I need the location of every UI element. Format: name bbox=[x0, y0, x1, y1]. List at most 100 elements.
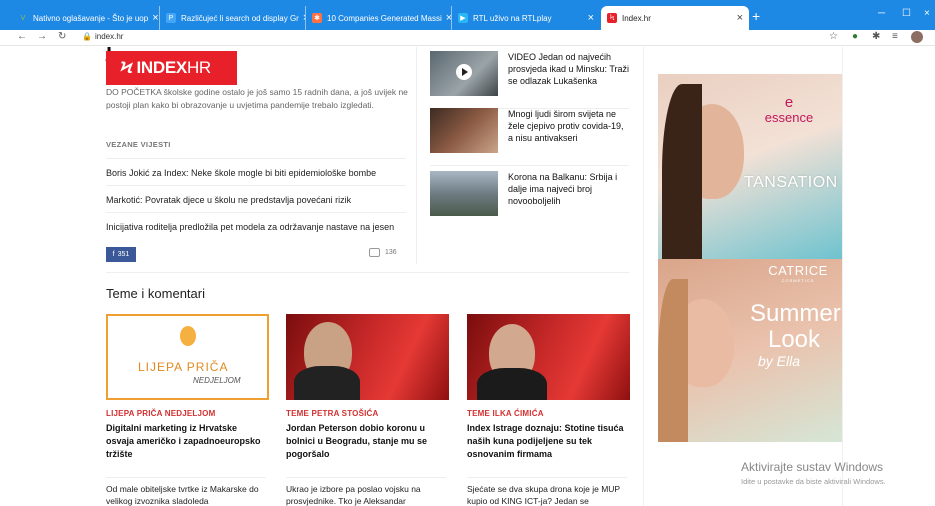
comments-count: 136 bbox=[385, 249, 397, 256]
logo-suffix: HR bbox=[186, 58, 211, 77]
card-image: LIJEPA PRIČA NEDJELJOM bbox=[106, 314, 269, 400]
news-title: Korona na Balkanu: Srbija i dalje ima na… bbox=[508, 172, 618, 206]
tab-search[interactable]: P Različujeć li search od display Gr × bbox=[160, 6, 306, 30]
article-intro: DO POČETKA školske godine ostalo je još … bbox=[106, 87, 408, 110]
essence-brand: essence bbox=[764, 110, 814, 125]
card-image bbox=[467, 314, 630, 400]
topic-card[interactable]: TEME PETRA STOŠIĆA Jordan Peterson dobio… bbox=[286, 314, 449, 506]
watermark-title: Aktivirajte sustav Windows bbox=[741, 460, 884, 474]
card-category[interactable]: LIJEPA PRIČA NEDJELJOM bbox=[106, 409, 215, 418]
url-input[interactable]: index.hr bbox=[95, 32, 123, 41]
tab-label: Nativno oglašavanje - Što je uop bbox=[33, 13, 149, 23]
catrice-logo: CATRICE COSMETICS bbox=[758, 263, 838, 283]
tab-companies[interactable]: ✱ 10 Companies Generated Massi × bbox=[306, 6, 452, 30]
divider bbox=[643, 47, 644, 506]
window-close-icon[interactable]: × bbox=[924, 8, 930, 19]
related-link[interactable]: Boris Jokić za Index: Neke škole mogle b… bbox=[106, 158, 406, 185]
star-icon[interactable]: ☆ bbox=[829, 31, 838, 42]
card-category[interactable]: TEME ILKA ĆIMIĆA bbox=[467, 409, 544, 418]
ad-headline-line1: Summer bbox=[750, 300, 841, 327]
model-hair bbox=[662, 84, 702, 259]
news-thumbnail bbox=[430, 171, 498, 216]
new-tab-button[interactable]: + bbox=[752, 8, 760, 24]
logo-brand: INDEX bbox=[136, 58, 187, 77]
card-headline[interactable]: Jordan Peterson dobio koronu u bolnici u… bbox=[286, 422, 446, 461]
essence-logo: e essence bbox=[754, 95, 824, 125]
tab-label: Različujeć li search od display Gr bbox=[181, 13, 299, 23]
tab-bar: V Nativno oglašavanje - Što je uop × P R… bbox=[0, 0, 935, 30]
catrice-sub: COSMETICS bbox=[781, 278, 815, 283]
play-icon bbox=[456, 64, 472, 80]
card-subheadline[interactable]: Sjećate se dva skupa drona koje je MUP k… bbox=[467, 477, 627, 506]
maximize-icon[interactable]: ☐ bbox=[902, 8, 911, 19]
facebook-icon: f bbox=[112, 251, 115, 258]
related-link[interactable]: Inicijativa roditelja predložila pet mod… bbox=[106, 212, 406, 239]
close-icon[interactable]: × bbox=[584, 12, 594, 24]
essence-ad[interactable]: e essence TANSATION bbox=[658, 74, 842, 259]
ad-headline-line2: Look bbox=[767, 326, 821, 353]
news-title: VIDEO Jedan od najvećih prosvjeda ikad u… bbox=[508, 52, 630, 86]
tab-label: RTL uživo na RTLplay bbox=[473, 13, 552, 23]
v-icon: V bbox=[20, 14, 26, 22]
topic-card[interactable]: TEME ILKA ĆIMIĆA Index Istrage doznaju: … bbox=[467, 314, 630, 506]
news-title: Mnogi ljudi širom svijeta ne žele cjepiv… bbox=[508, 109, 624, 143]
card-image bbox=[286, 314, 449, 400]
forward-icon[interactable]: → bbox=[37, 31, 47, 42]
side-news-item[interactable]: Mnogi ljudi širom svijeta ne žele cjepiv… bbox=[430, 108, 630, 166]
windows-activation-watermark: Aktivirajte sustav Windows Idite u posta… bbox=[741, 460, 886, 486]
puzzle-icon[interactable]: ✱ bbox=[872, 31, 880, 42]
side-news-item[interactable]: Korona na Balkanu: Srbija i dalje ima na… bbox=[430, 171, 630, 221]
catrice-brand: CATRICE bbox=[768, 263, 828, 278]
tab-label: Index.hr bbox=[622, 13, 651, 23]
minimize-icon[interactable]: ─ bbox=[878, 8, 885, 19]
lock-icon[interactable]: 🔒 bbox=[82, 32, 92, 41]
news-thumbnail bbox=[430, 108, 498, 153]
side-news-item[interactable]: VIDEO Jedan od najvećih prosvjeda ikad u… bbox=[430, 51, 630, 109]
card-headline[interactable]: Digitalni marketing iz Hrvatske osvaja a… bbox=[106, 422, 266, 461]
tab-label: 10 Companies Generated Massi bbox=[327, 13, 442, 23]
author-shirt bbox=[294, 366, 360, 400]
card-category[interactable]: TEME PETRA STOŠIĆA bbox=[286, 409, 379, 418]
tab-rtl[interactable]: ▶ RTL uživo na RTLplay × bbox=[452, 6, 600, 30]
author-shirt bbox=[477, 368, 547, 400]
tab-nativno[interactable]: V Nativno oglašavanje - Što je uop × bbox=[12, 6, 160, 30]
reading-list-icon[interactable]: ≡ bbox=[892, 31, 898, 42]
comments-button[interactable]: 136 bbox=[369, 248, 397, 257]
model-hair bbox=[658, 279, 688, 442]
hubspot-icon: ✱ bbox=[312, 13, 322, 23]
back-icon[interactable]: ← bbox=[17, 31, 27, 42]
ad-tagline: TANSATION bbox=[744, 174, 838, 191]
advertisement[interactable]: e essence TANSATION CATRICE COSMETICS Summ… bbox=[658, 74, 842, 442]
close-icon[interactable]: × bbox=[299, 12, 305, 24]
p-icon: P bbox=[166, 13, 176, 23]
divider bbox=[842, 47, 843, 506]
reload-icon[interactable]: ↻ bbox=[58, 31, 66, 42]
facebook-share-button[interactable]: f 351 bbox=[106, 247, 136, 262]
related-label: VEZANE VIJESTI bbox=[106, 140, 171, 149]
page-content: j Ϟ INDEX HR DO POČETKA školske godine o… bbox=[0, 47, 935, 506]
divider bbox=[106, 272, 629, 273]
tab-index[interactable]: Ϟ Index.hr × bbox=[601, 6, 749, 30]
watermark-subtitle: Idite u postavke da biste aktivirali Win… bbox=[741, 477, 886, 486]
card-headline[interactable]: Index Istrage doznaju: Stotine tisuća na… bbox=[467, 422, 627, 461]
catrice-ad[interactable]: CATRICE COSMETICS Summer Look by Ella bbox=[658, 259, 842, 442]
avatar[interactable] bbox=[911, 31, 923, 43]
close-icon[interactable]: × bbox=[442, 12, 451, 24]
extension-green-icon[interactable]: ● bbox=[852, 31, 858, 42]
logo-bolt: Ϟ bbox=[120, 58, 133, 77]
topic-card[interactable]: LIJEPA PRIČA NEDJELJOM LIJEPA PRIČA NEDJ… bbox=[106, 314, 269, 506]
card-subheadline[interactable]: Ukrao je izbore pa poslao vojsku na pros… bbox=[286, 477, 446, 506]
lightbulb-icon bbox=[180, 326, 196, 346]
comment-icon bbox=[369, 248, 380, 257]
index-logo[interactable]: Ϟ INDEX HR bbox=[106, 51, 237, 85]
address-bar: ← → ↻ 🔒 index.hr ☆ ● ✱ ≡ bbox=[0, 30, 935, 46]
card-subheadline[interactable]: Od male obiteljske tvrtke iz Makarske do… bbox=[106, 477, 266, 506]
ad-headline: Summer Look bbox=[750, 300, 841, 353]
close-icon[interactable]: × bbox=[148, 12, 158, 24]
section-title: Teme i komentari bbox=[106, 286, 205, 301]
close-icon[interactable]: × bbox=[733, 12, 743, 24]
divider bbox=[416, 47, 417, 264]
card-image-text: LIJEPA PRIČA bbox=[138, 360, 229, 374]
related-link[interactable]: Markotić: Povratak djece u školu ne pred… bbox=[106, 185, 406, 212]
card-image-subtext: NEDJELJOM bbox=[193, 376, 241, 385]
